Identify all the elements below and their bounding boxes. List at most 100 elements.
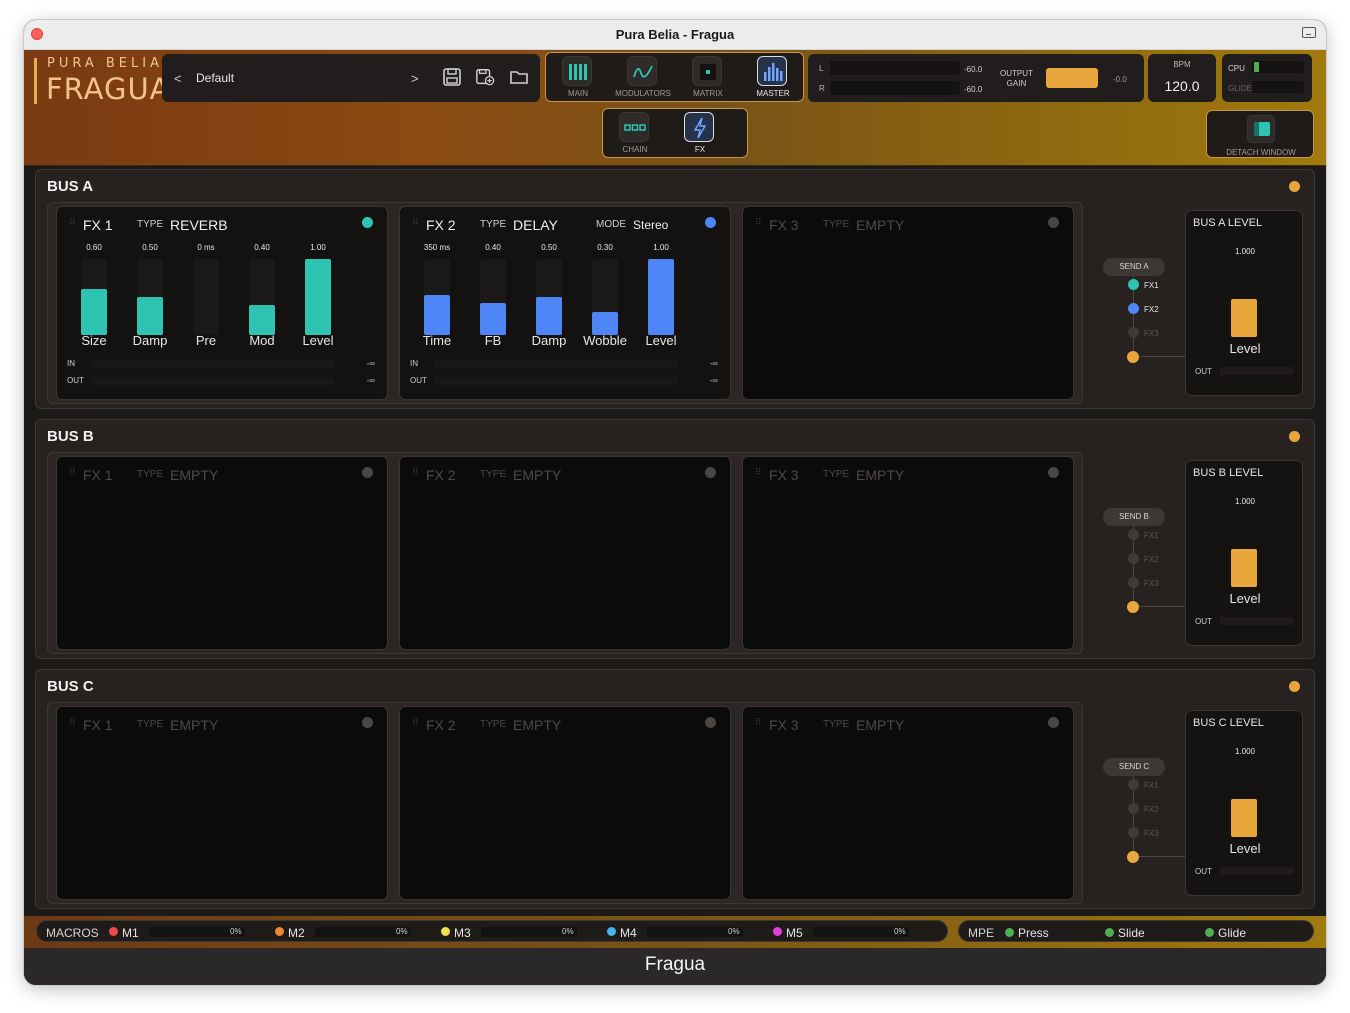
- drag-handle-icon[interactable]: ⠿: [755, 717, 762, 728]
- fx-slot[interactable]: ⠿ FX 2 TYPE DELAY MODE Stereo 350 ms Time 0.40 FB…: [399, 206, 731, 400]
- fx-slot[interactable]: ⠿ FX 3 TYPE EMPTY: [742, 706, 1074, 900]
- tab-modulators[interactable]: MODULATORS: [611, 53, 671, 101]
- save-as-icon[interactable]: [475, 67, 495, 87]
- fx-slot[interactable]: ⠿ FX 3 TYPE EMPTY: [742, 456, 1074, 650]
- route-toggle[interactable]: [1128, 279, 1139, 290]
- fx-type-selector[interactable]: DELAY: [513, 217, 558, 233]
- fx-enable-toggle[interactable]: [705, 467, 716, 478]
- mpe-item[interactable]: Press: [1005, 926, 1049, 940]
- macros-bar: MACROS M1 0% M2 0% M3 0% M4 0% M5 0%: [36, 920, 948, 942]
- fx-enable-toggle[interactable]: [362, 217, 373, 228]
- bus-indicator[interactable]: [1289, 431, 1300, 442]
- fx-slot[interactable]: ⠿ FX 1 TYPE EMPTY: [56, 706, 388, 900]
- macro-item[interactable]: M4 0%: [607, 924, 767, 940]
- route-output-node[interactable]: [1127, 601, 1139, 613]
- fx-type-label: TYPE: [137, 469, 164, 480]
- drag-handle-icon[interactable]: ⠿: [69, 467, 76, 478]
- fx-mode-selector[interactable]: Stereo: [633, 218, 668, 232]
- fx-type-selector[interactable]: EMPTY: [856, 217, 904, 233]
- save-icon[interactable]: [442, 67, 462, 87]
- fx-out-meter: [434, 377, 678, 385]
- header: PURA BELIA FRAGUA < Default > MAIN MODUL…: [24, 50, 1326, 166]
- fx-param-fill[interactable]: [536, 297, 562, 335]
- detach-window-button[interactable]: DETACH WINDOW: [1206, 110, 1314, 158]
- route-toggle[interactable]: [1128, 303, 1139, 314]
- fx-enable-toggle[interactable]: [705, 717, 716, 728]
- fx-enable-toggle[interactable]: [1048, 717, 1059, 728]
- fx-slot[interactable]: ⠿ FX 3 TYPE EMPTY: [742, 206, 1074, 400]
- fx-type-selector[interactable]: REVERB: [170, 217, 228, 233]
- fx-param-fill[interactable]: [305, 259, 331, 335]
- tab-main[interactable]: MAIN: [546, 53, 606, 101]
- fx-param-fill[interactable]: [592, 312, 618, 335]
- preset-name[interactable]: Default: [196, 71, 234, 85]
- output-gain-label: OUTPUT GAIN: [1000, 69, 1033, 89]
- fx-enable-toggle[interactable]: [1048, 217, 1059, 228]
- preset-next-button[interactable]: >: [411, 71, 419, 86]
- bus-level-slider[interactable]: [1231, 299, 1257, 337]
- fx-param-fill[interactable]: [249, 305, 275, 335]
- macro-item[interactable]: M1 0%: [109, 924, 269, 940]
- preset-browser: < Default >: [162, 54, 540, 102]
- route-toggle[interactable]: [1128, 803, 1139, 814]
- fx-slot[interactable]: ⠿ FX 1 TYPE REVERB 0.60 Size 0.50 Damp 0 ms Pre 0.…: [56, 206, 388, 400]
- tab-fx[interactable]: FX: [668, 109, 728, 157]
- route-toggle[interactable]: [1128, 827, 1139, 838]
- tab-chain[interactable]: CHAIN: [603, 109, 663, 157]
- drag-handle-icon[interactable]: ⠿: [69, 217, 76, 228]
- drag-handle-icon[interactable]: ⠿: [755, 217, 762, 228]
- fx-mode-label: MODE: [596, 219, 626, 230]
- bus-level-slider[interactable]: [1231, 799, 1257, 837]
- fx-enable-toggle[interactable]: [362, 717, 373, 728]
- fx-param-slider[interactable]: [193, 259, 219, 335]
- mpe-item[interactable]: Slide: [1105, 926, 1145, 940]
- mpe-item[interactable]: Glide: [1205, 926, 1246, 940]
- fx-type-selector[interactable]: EMPTY: [170, 717, 218, 733]
- route-toggle[interactable]: [1128, 529, 1139, 540]
- detach-icon[interactable]: [1302, 27, 1316, 38]
- route-toggle[interactable]: [1128, 577, 1139, 588]
- macro-item[interactable]: M2 0%: [275, 924, 435, 940]
- tab-matrix[interactable]: MATRIX: [676, 53, 736, 101]
- macro-item[interactable]: M3 0%: [441, 924, 601, 940]
- bus-indicator[interactable]: [1289, 181, 1300, 192]
- fx-type-selector[interactable]: EMPTY: [856, 717, 904, 733]
- fx-param-fill[interactable]: [81, 289, 107, 335]
- fx-param-fill[interactable]: [648, 259, 674, 335]
- fx-enable-toggle[interactable]: [1048, 467, 1059, 478]
- send-button[interactable]: SEND B: [1103, 508, 1165, 526]
- fx-type-selector[interactable]: EMPTY: [856, 467, 904, 483]
- fx-type-selector[interactable]: EMPTY: [513, 467, 561, 483]
- macro-item[interactable]: M5 0%: [773, 924, 933, 940]
- drag-handle-icon[interactable]: ⠿: [69, 717, 76, 728]
- fx-param-fill[interactable]: [480, 303, 506, 335]
- fx-enable-toggle[interactable]: [362, 467, 373, 478]
- fx-type-selector[interactable]: EMPTY: [513, 717, 561, 733]
- preset-prev-button[interactable]: <: [174, 71, 182, 86]
- send-button[interactable]: SEND C: [1103, 758, 1165, 776]
- drag-handle-icon[interactable]: ⠿: [412, 467, 419, 478]
- send-button[interactable]: SEND A: [1103, 258, 1165, 276]
- fx-slot[interactable]: ⠿ FX 1 TYPE EMPTY: [56, 456, 388, 650]
- fx-param-fill[interactable]: [137, 297, 163, 335]
- route-toggle[interactable]: [1128, 779, 1139, 790]
- bus-level-slider[interactable]: [1231, 549, 1257, 587]
- folder-icon[interactable]: [509, 67, 529, 87]
- fx-slot[interactable]: ⠿ FX 2 TYPE EMPTY: [399, 706, 731, 900]
- route-toggle[interactable]: [1128, 327, 1139, 338]
- fx-type-selector[interactable]: EMPTY: [170, 467, 218, 483]
- drag-handle-icon[interactable]: ⠿: [412, 217, 419, 228]
- bus-indicator[interactable]: [1289, 681, 1300, 692]
- fx-param-fill[interactable]: [424, 295, 450, 335]
- route-toggle[interactable]: [1128, 553, 1139, 564]
- route-output-node[interactable]: [1127, 851, 1139, 863]
- drag-handle-icon[interactable]: ⠿: [755, 467, 762, 478]
- window-title: Pura Belia - Fragua: [615, 27, 735, 42]
- fx-slot[interactable]: ⠿ FX 2 TYPE EMPTY: [399, 456, 731, 650]
- drag-handle-icon[interactable]: ⠿: [412, 717, 419, 728]
- tab-master[interactable]: MASTER: [741, 53, 801, 101]
- bpm-value[interactable]: 120.0: [1148, 78, 1216, 94]
- output-gain-slider[interactable]: [1046, 68, 1098, 88]
- route-output-node[interactable]: [1127, 351, 1139, 363]
- fx-enable-toggle[interactable]: [705, 217, 716, 228]
